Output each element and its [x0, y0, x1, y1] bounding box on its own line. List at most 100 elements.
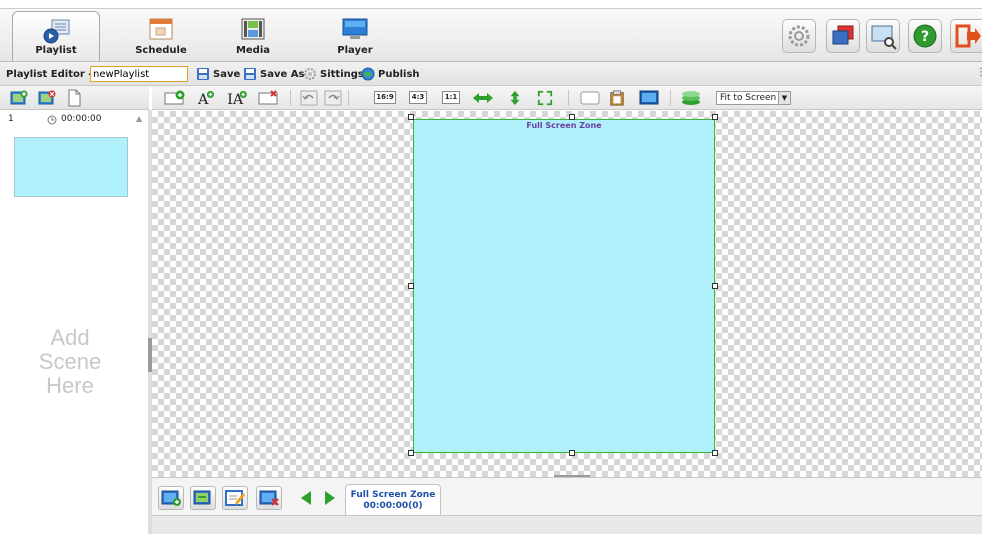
stretch-vertical-icon[interactable]: [507, 90, 523, 106]
add-scene-hint-line1: Add: [50, 325, 90, 350]
zone-label: Full Screen Zone: [526, 121, 602, 130]
top-navigation-bar: Playlist Schedule Media Player ?: [0, 8, 982, 62]
save-icon: [197, 68, 209, 80]
ratio-16-9-button[interactable]: 16:9: [374, 91, 396, 104]
tab-playlist-label: Playlist: [35, 45, 77, 56]
timeline-zone-name: Full Screen Zone: [350, 490, 436, 500]
scene-item[interactable]: 1 00:00:00: [0, 110, 148, 197]
gear-icon: [304, 68, 316, 80]
tab-player-label: Player: [337, 45, 373, 56]
paste-icon[interactable]: [609, 90, 625, 106]
copy-zone-icon[interactable]: [580, 90, 600, 106]
toolbar-separator: [568, 90, 569, 106]
copy-scene-icon[interactable]: [66, 89, 82, 107]
scene-list-toolbar: [0, 86, 149, 110]
edit-icon: [225, 490, 245, 506]
scene-time: 00:00:00: [61, 114, 102, 124]
undo-icon[interactable]: [300, 90, 318, 106]
add-media-button[interactable]: [158, 486, 184, 510]
resize-handle-w[interactable]: [408, 283, 414, 289]
ratio-1-1-button[interactable]: 1:1: [442, 91, 460, 104]
timeline-zone-time: 00:00:00(0): [363, 501, 423, 511]
clock-icon: [47, 115, 57, 125]
timeline-zone-tab[interactable]: Full Screen Zone 00:00:00(0): [345, 484, 441, 516]
display-button[interactable]: [826, 19, 860, 53]
zoom-select-value: Fit to Screen: [720, 93, 777, 103]
timeline-bar: Full Screen Zone 00:00:00(0): [152, 477, 982, 516]
delete-scene-icon[interactable]: [38, 90, 56, 106]
fullscreen-icon[interactable]: [536, 90, 554, 106]
background-image-icon[interactable]: [638, 90, 660, 106]
delete-zone-icon[interactable]: [258, 90, 280, 106]
replace-media-icon: [193, 490, 211, 505]
resize-handle-nw[interactable]: [408, 114, 414, 120]
replace-media-button[interactable]: [190, 486, 216, 510]
toolbar-separator: [670, 90, 671, 106]
playlist-name-input[interactable]: [90, 66, 188, 82]
add-scene-hint: Add Scene Here: [8, 326, 132, 398]
playlist-editor-bar: Playlist Editor - Save Save As Sittings …: [0, 62, 982, 86]
sittings-button[interactable]: Sittings: [303, 66, 364, 82]
scroll-up-arrow[interactable]: ▲: [136, 114, 142, 123]
resize-handle-se[interactable]: [712, 450, 718, 456]
publish-label: Publish: [378, 68, 420, 80]
edit-media-button[interactable]: [222, 486, 248, 510]
logout-icon: [955, 24, 981, 48]
add-zone-icon[interactable]: [164, 90, 186, 106]
zoom-select[interactable]: Fit to Screen ▼: [716, 91, 791, 105]
add-scene-hint-line2: Scene: [38, 349, 102, 374]
add-scene-icon[interactable]: [10, 90, 28, 106]
next-arrow-icon[interactable]: [324, 490, 336, 506]
screen-search-icon: [871, 25, 897, 50]
resize-handle-n[interactable]: [569, 114, 575, 120]
save-button[interactable]: Save: [196, 66, 240, 82]
toolbar-separator: [290, 90, 291, 106]
zone-toolbar: A IA 16:9 4:3 1:1 Fit to Screen ▼: [152, 86, 982, 110]
save-label: Save: [213, 68, 241, 80]
playlist-icon: [43, 19, 70, 44]
svg-text:?: ?: [921, 29, 929, 45]
add-scene-hint-line3: Here: [46, 373, 94, 398]
scene-thumbnail[interactable]: [14, 137, 128, 197]
scene-list-panel: 1 00:00:00 ▲ Add Scene Here: [0, 86, 149, 534]
tab-schedule-label: Schedule: [135, 45, 187, 56]
monitor-icon: [342, 18, 368, 39]
add-media-icon: [161, 490, 181, 506]
settings-button[interactable]: [782, 19, 816, 53]
logout-button[interactable]: [950, 19, 982, 53]
prev-arrow-icon[interactable]: [300, 490, 312, 506]
settings-gear-icon: [788, 25, 810, 47]
add-text-icon[interactable]: A: [196, 90, 216, 106]
full-screen-zone[interactable]: Full Screen Zone: [413, 119, 715, 453]
overflow-dots: ⋮: [976, 67, 982, 78]
resize-handle-e[interactable]: [712, 283, 718, 289]
remove-media-icon: [259, 490, 279, 506]
add-ticker-icon[interactable]: IA: [225, 90, 249, 106]
chevron-down-icon[interactable]: ▼: [778, 92, 790, 104]
toolbar-separator: [348, 90, 349, 106]
calendar-icon: [149, 18, 173, 40]
tab-media[interactable]: Media: [218, 11, 288, 61]
tab-player[interactable]: Player: [320, 11, 390, 61]
tab-playlist[interactable]: Playlist: [12, 11, 100, 61]
help-button[interactable]: ?: [908, 19, 942, 53]
screen-search-button[interactable]: [866, 19, 900, 53]
tab-media-label: Media: [235, 45, 271, 56]
publish-button[interactable]: Publish: [361, 66, 420, 82]
resize-handle-s[interactable]: [569, 450, 575, 456]
resize-handle-sw[interactable]: [408, 450, 414, 456]
globe-icon: [361, 67, 375, 81]
sittings-label: Sittings: [320, 68, 364, 80]
stretch-horizontal-icon[interactable]: [472, 90, 494, 106]
help-icon: ?: [913, 24, 937, 48]
display-icon: [832, 25, 854, 45]
redo-icon[interactable]: [324, 90, 342, 106]
status-bar: [152, 515, 982, 534]
resize-handle-ne[interactable]: [712, 114, 718, 120]
ratio-4-3-button[interactable]: 4:3: [409, 91, 427, 104]
layers-icon[interactable]: [680, 90, 702, 106]
remove-media-button[interactable]: [256, 486, 282, 510]
save-as-button[interactable]: Save As: [243, 66, 304, 82]
scene-index: 1: [8, 114, 14, 124]
tab-schedule[interactable]: Schedule: [126, 11, 196, 61]
